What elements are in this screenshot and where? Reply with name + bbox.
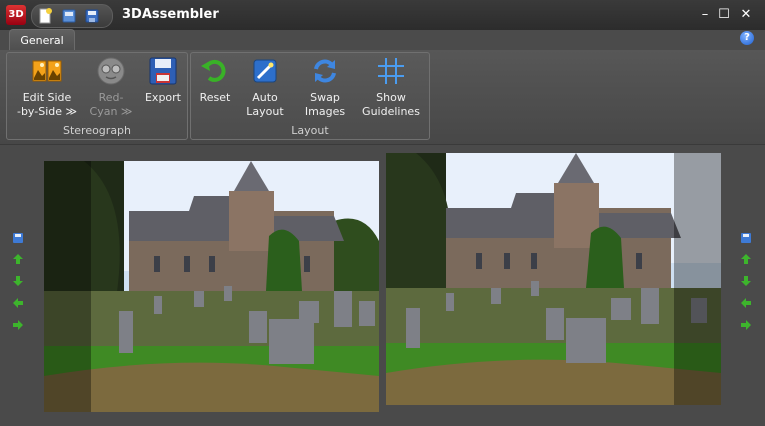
auto-layout-button[interactable]: Auto Layout bbox=[243, 56, 287, 119]
tab-general[interactable]: General bbox=[9, 29, 75, 52]
window-title: 3DAssembler bbox=[122, 7, 219, 22]
edit-side-by-side-button[interactable]: Edit Side -by-Side ≫ bbox=[11, 56, 83, 119]
ribbon-group-caption-stereograph: Stereograph bbox=[62, 124, 132, 137]
title-bar: 3D 3DAssembler – ☐ ✕ bbox=[0, 0, 765, 30]
reset-button[interactable]: Reset bbox=[195, 56, 235, 105]
auto-layout-label-1: Auto bbox=[252, 91, 278, 104]
right-save-icon[interactable] bbox=[740, 232, 752, 244]
minimize-button[interactable]: – bbox=[696, 6, 714, 24]
show-guidelines-label-1: Show bbox=[376, 91, 406, 104]
export-label: Export bbox=[144, 91, 181, 104]
swap-arrows-icon bbox=[314, 59, 336, 83]
reset-label: Reset bbox=[199, 91, 231, 104]
auto-layout-label-2: Layout bbox=[246, 105, 284, 118]
right-move-right-icon[interactable] bbox=[740, 319, 752, 331]
magic-wand-icon bbox=[253, 59, 277, 83]
show-guidelines-button[interactable]: Show Guidelines bbox=[361, 56, 421, 119]
reset-arrow-icon bbox=[201, 59, 226, 82]
red-cyan-button[interactable]: Red- Cyan ≫ bbox=[83, 56, 139, 119]
right-move-down-icon[interactable] bbox=[740, 275, 752, 287]
side-by-side-photo-icon bbox=[32, 60, 62, 82]
ribbon-group-layout: Reset Auto Layout Swap Images Show Guide… bbox=[190, 52, 430, 140]
swap-images-button[interactable]: Swap Images bbox=[301, 56, 349, 119]
help-icon[interactable]: ? bbox=[740, 31, 754, 45]
quick-access-toolbar bbox=[31, 4, 113, 28]
edit-side-by-side-label-2: -by-Side ≫ bbox=[16, 105, 78, 118]
right-image[interactable] bbox=[386, 153, 721, 405]
red-cyan-label-2: Cyan ≫ bbox=[89, 105, 133, 118]
red-cyan-label-1: Red- bbox=[98, 91, 124, 104]
red-cyan-glasses-icon bbox=[97, 57, 125, 85]
new-file-icon[interactable] bbox=[37, 8, 53, 24]
left-move-left-icon[interactable] bbox=[12, 297, 24, 309]
ribbon-group-caption-layout: Layout bbox=[291, 124, 329, 137]
swap-images-label-2: Images bbox=[304, 105, 346, 118]
right-move-left-icon[interactable] bbox=[740, 297, 752, 309]
export-button[interactable]: Export bbox=[141, 56, 185, 105]
left-move-right-icon[interactable] bbox=[12, 319, 24, 331]
left-save-icon[interactable] bbox=[12, 232, 24, 244]
floppy-disk-icon bbox=[149, 57, 177, 85]
close-button[interactable]: ✕ bbox=[737, 6, 755, 24]
left-move-down-icon[interactable] bbox=[12, 275, 24, 287]
maximize-button[interactable]: ☐ bbox=[715, 6, 733, 24]
open-file-icon[interactable] bbox=[61, 8, 77, 24]
right-move-up-icon[interactable] bbox=[740, 253, 752, 265]
ribbon-group-stereograph: Edit Side -by-Side ≫ Red- Cyan ≫ Export … bbox=[6, 52, 188, 140]
left-image[interactable] bbox=[44, 161, 379, 412]
left-move-up-icon[interactable] bbox=[12, 253, 24, 265]
show-guidelines-label-2: Guidelines bbox=[362, 105, 420, 118]
edit-side-by-side-label-1: Edit Side bbox=[22, 91, 72, 104]
app-logo-icon[interactable]: 3D bbox=[6, 5, 26, 25]
swap-images-label-1: Swap bbox=[310, 91, 340, 104]
grid-icon bbox=[378, 58, 404, 84]
save-file-icon[interactable] bbox=[84, 8, 100, 24]
